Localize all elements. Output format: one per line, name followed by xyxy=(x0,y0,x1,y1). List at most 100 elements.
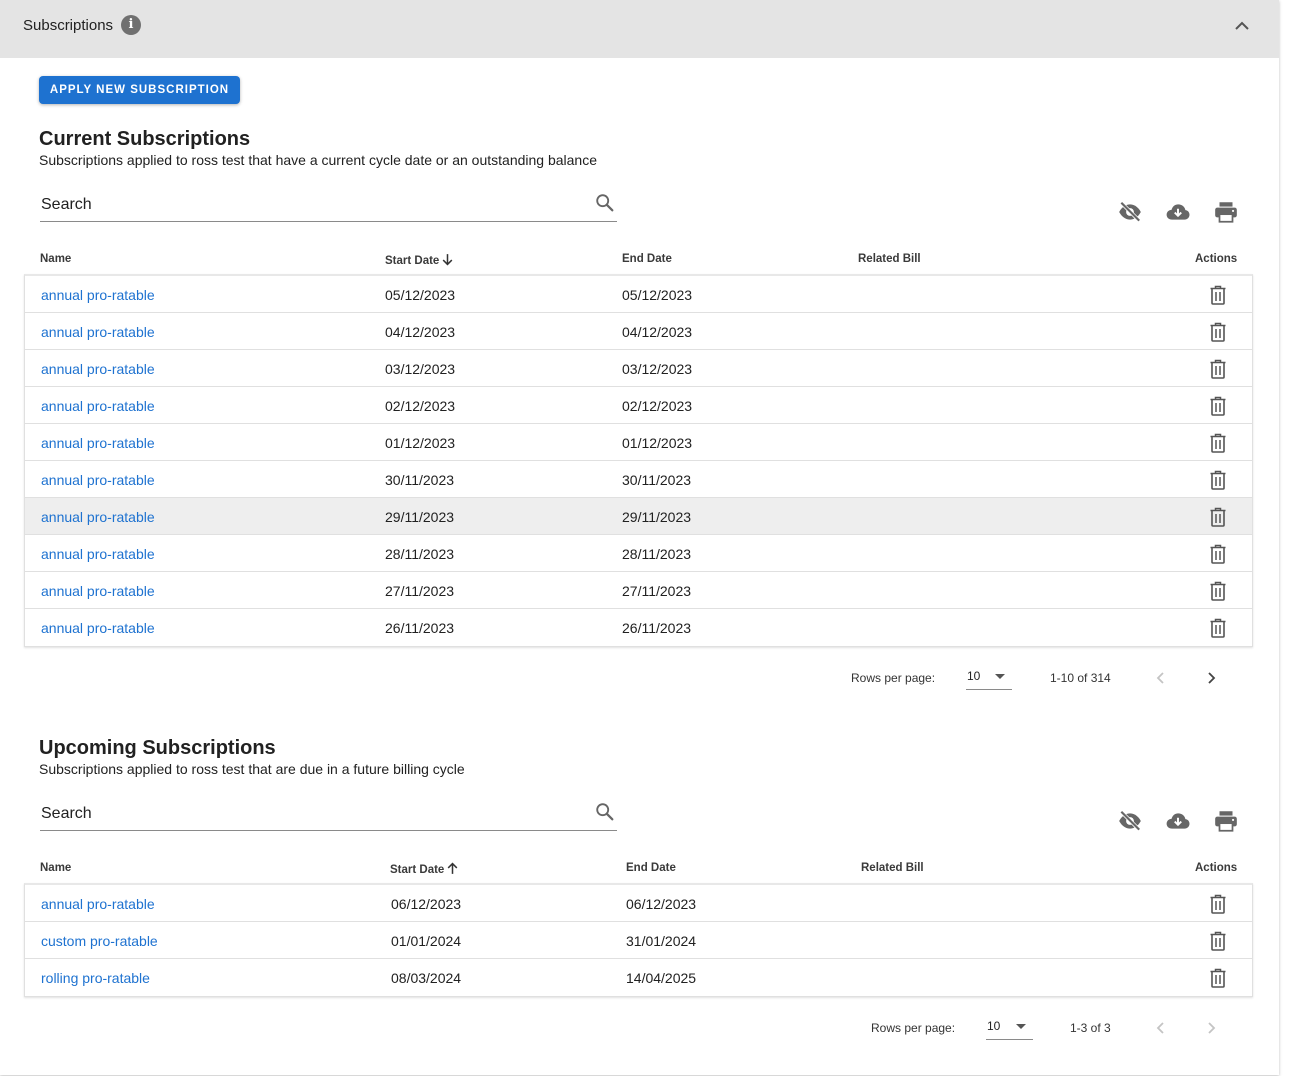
eye-off-icon[interactable] xyxy=(1117,808,1143,834)
caret-down-icon xyxy=(1016,1024,1026,1029)
column-header-label: Start Date xyxy=(385,255,440,267)
search-input[interactable] xyxy=(40,803,580,825)
panel-header[interactable]: Subscriptions i xyxy=(0,0,1279,58)
trash-icon[interactable] xyxy=(1209,931,1227,951)
info-icon[interactable]: i xyxy=(121,15,141,35)
table-row[interactable]: annual pro-ratable 28/11/2023 28/11/2023 xyxy=(25,535,1252,572)
end-date-cell: 27/11/2023 xyxy=(622,583,692,599)
rows-per-page-select[interactable]: 10 xyxy=(986,1016,1033,1040)
trash-icon[interactable] xyxy=(1209,618,1227,638)
table-row[interactable]: annual pro-ratable 01/12/2023 01/12/2023 xyxy=(25,424,1252,461)
search-input[interactable] xyxy=(40,194,580,216)
section-subtitle: Subscriptions applied to ross test that … xyxy=(39,761,465,777)
table-row[interactable]: annual pro-ratable 30/11/2023 30/11/2023 xyxy=(25,461,1252,498)
subscription-name-link[interactable]: annual pro-ratable xyxy=(41,583,155,599)
rows-per-page-value: 10 xyxy=(967,669,981,683)
trash-icon[interactable] xyxy=(1209,322,1227,342)
rows-per-page-label: Rows per page: xyxy=(871,1021,956,1035)
column-header-end-date[interactable]: End Date xyxy=(626,862,676,874)
column-header-related-bill[interactable]: Related Bill xyxy=(861,862,924,874)
chevron-up-icon[interactable] xyxy=(1232,18,1252,34)
start-date-cell: 04/12/2023 xyxy=(385,324,456,340)
table-row[interactable]: annual pro-ratable 26/11/2023 26/11/2023 xyxy=(25,609,1252,646)
search-field xyxy=(40,188,617,222)
subscription-name-link[interactable]: annual pro-ratable xyxy=(41,361,155,377)
table-row[interactable]: annual pro-ratable 29/11/2023 29/11/2023 xyxy=(25,498,1252,535)
start-date-cell: 05/12/2023 xyxy=(385,287,456,303)
subscription-name-link[interactable]: annual pro-ratable xyxy=(41,472,155,488)
end-date-cell: 04/12/2023 xyxy=(622,324,693,340)
panel-title: Subscriptions xyxy=(23,17,114,34)
trash-icon[interactable] xyxy=(1209,396,1227,416)
table-row[interactable]: annual pro-ratable 03/12/2023 03/12/2023 xyxy=(25,350,1252,387)
table-row[interactable]: rolling pro-ratable 08/03/2024 14/04/2025 xyxy=(25,959,1252,996)
subscription-name-link[interactable]: annual pro-ratable xyxy=(41,287,155,303)
printer-icon[interactable] xyxy=(1213,199,1239,225)
trash-icon[interactable] xyxy=(1209,285,1227,305)
pagination-range: 1-3 of 3 xyxy=(1070,1021,1111,1035)
end-date-cell: 31/01/2024 xyxy=(626,933,697,949)
table-row[interactable]: annual pro-ratable 27/11/2023 27/11/2023 xyxy=(25,572,1252,609)
start-date-cell: 28/11/2023 xyxy=(385,546,455,562)
start-date-cell: 29/11/2023 xyxy=(385,509,455,525)
column-header-actions: Actions xyxy=(1195,253,1238,265)
subscription-name-link[interactable]: annual pro-ratable xyxy=(41,896,155,912)
search-field xyxy=(40,797,617,831)
column-header-actions: Actions xyxy=(1195,862,1238,874)
column-header-start-date[interactable]: Start Date xyxy=(390,862,459,876)
subscription-name-link[interactable]: annual pro-ratable xyxy=(41,398,155,414)
search-icon[interactable] xyxy=(594,801,616,823)
rows-per-page-select[interactable]: 10 xyxy=(966,666,1012,690)
table-row[interactable]: annual pro-ratable 04/12/2023 04/12/2023 xyxy=(25,313,1252,350)
column-header-name[interactable]: Name xyxy=(40,862,71,874)
subscription-name-link[interactable]: annual pro-ratable xyxy=(41,620,155,636)
arrow-up-icon xyxy=(447,862,458,874)
start-date-cell: 01/12/2023 xyxy=(385,435,456,451)
subscription-name-link[interactable]: annual pro-ratable xyxy=(41,324,155,340)
search-icon[interactable] xyxy=(594,192,616,214)
column-header-name[interactable]: Name xyxy=(40,253,71,265)
subscriptions-panel: Subscriptions i APPLY NEW SUBSCRIPTION C… xyxy=(0,0,1279,1075)
trash-icon[interactable] xyxy=(1209,359,1227,379)
cloud-download-icon[interactable] xyxy=(1165,808,1191,834)
trash-icon[interactable] xyxy=(1209,968,1227,988)
trash-icon[interactable] xyxy=(1209,894,1227,914)
apply-new-subscription-button[interactable]: APPLY NEW SUBSCRIPTION xyxy=(39,76,240,104)
trash-icon[interactable] xyxy=(1209,507,1227,527)
chevron-right-icon[interactable] xyxy=(1204,1021,1218,1035)
caret-down-icon xyxy=(995,674,1005,679)
subscription-name-link[interactable]: annual pro-ratable xyxy=(41,435,155,451)
trash-icon[interactable] xyxy=(1209,433,1227,453)
end-date-cell: 03/12/2023 xyxy=(622,361,693,377)
chevron-right-icon[interactable] xyxy=(1204,671,1218,685)
start-date-cell: 27/11/2023 xyxy=(385,583,455,599)
printer-icon[interactable] xyxy=(1213,808,1239,834)
section-title: Upcoming Subscriptions xyxy=(39,737,276,759)
current-subscriptions-section: Current Subscriptions Subscriptions appl… xyxy=(0,128,1279,698)
chevron-left-icon[interactable] xyxy=(1154,671,1168,685)
table-row[interactable]: annual pro-ratable 06/12/2023 06/12/2023 xyxy=(25,885,1252,922)
column-header-end-date[interactable]: End Date xyxy=(622,253,672,265)
start-date-cell: 01/01/2024 xyxy=(391,933,462,949)
subscription-name-link[interactable]: annual pro-ratable xyxy=(41,546,155,562)
trash-icon[interactable] xyxy=(1209,544,1227,564)
subscription-name-link[interactable]: custom pro-ratable xyxy=(41,933,158,949)
trash-icon[interactable] xyxy=(1209,470,1227,490)
cloud-download-icon[interactable] xyxy=(1165,199,1191,225)
arrow-down-icon xyxy=(442,254,453,266)
subscription-name-link[interactable]: annual pro-ratable xyxy=(41,509,155,525)
chevron-left-icon[interactable] xyxy=(1154,1021,1168,1035)
start-date-cell: 03/12/2023 xyxy=(385,361,456,377)
start-date-cell: 26/11/2023 xyxy=(385,620,455,636)
start-date-cell: 08/03/2024 xyxy=(391,970,462,986)
eye-off-icon[interactable] xyxy=(1117,199,1143,225)
subscription-name-link[interactable]: rolling pro-ratable xyxy=(41,970,150,986)
table-row[interactable]: custom pro-ratable 01/01/2024 31/01/2024 xyxy=(25,922,1252,959)
column-header-related-bill[interactable]: Related Bill xyxy=(858,253,921,265)
start-date-cell: 02/12/2023 xyxy=(385,398,456,414)
table-row[interactable]: annual pro-ratable 02/12/2023 02/12/2023 xyxy=(25,387,1252,424)
table-row[interactable]: annual pro-ratable 05/12/2023 05/12/2023 xyxy=(25,276,1252,313)
column-header-start-date[interactable]: Start Date xyxy=(385,253,454,267)
start-date-cell: 30/11/2023 xyxy=(385,472,455,488)
trash-icon[interactable] xyxy=(1209,581,1227,601)
